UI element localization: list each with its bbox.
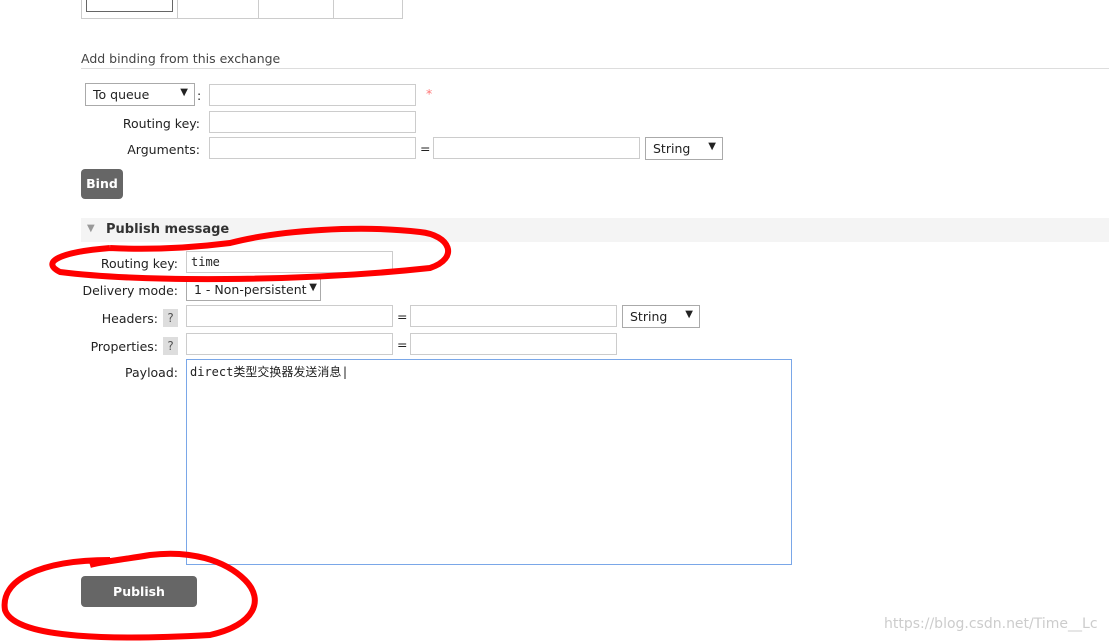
red-annotation-marks [1,225,452,641]
annotation-ellipse-routing-key [49,225,452,283]
annotation-ellipse-publish-button [1,550,258,641]
